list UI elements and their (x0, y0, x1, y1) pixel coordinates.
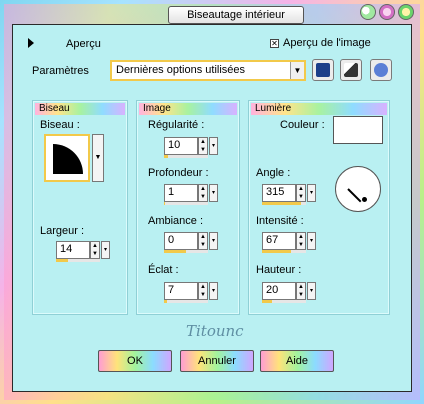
lumiere-panel-title: Lumière (251, 103, 387, 115)
profondeur-level-bar (164, 202, 208, 205)
dial-knob[interactable] (362, 197, 367, 202)
updown-icon[interactable]: ▲ ▼ (198, 184, 208, 202)
params-row: Paramètres Dernières options utilisées ▼ (20, 59, 400, 82)
light-color-swatch[interactable] (333, 116, 383, 144)
updown-icon[interactable]: ▲ ▼ (198, 282, 208, 300)
largeur-stepper[interactable]: 14 ▲ ▼ ▾ (56, 241, 110, 262)
intensite-stepper[interactable]: 67 ▲ ▼ ▾ (262, 232, 316, 253)
star-icon[interactable] (379, 4, 395, 20)
chevron-down-icon[interactable]: ▾ (101, 241, 110, 259)
updown-icon[interactable]: ▲ ▼ (296, 282, 306, 300)
params-selected-value: Dernières options utilisées (116, 64, 246, 76)
params-label: Paramètres (32, 65, 89, 77)
ambiance-level-bar (164, 250, 208, 253)
updown-icon[interactable]: ▲ ▼ (296, 232, 306, 250)
chevron-down-icon[interactable]: ▼ (290, 62, 304, 79)
bevel-shape-picker[interactable] (44, 134, 90, 182)
dial-needle (347, 188, 362, 203)
chevron-down-icon[interactable]: ▾ (307, 282, 316, 300)
eclat-level-bar (164, 300, 208, 303)
eclat-value[interactable]: 7 (164, 282, 198, 300)
eclat-stepper[interactable]: 7 ▲ ▼ ▾ (164, 282, 218, 303)
ambiance-stepper[interactable]: 0 ▲ ▼ ▾ (164, 232, 218, 253)
updown-icon[interactable]: ▲ ▼ (296, 184, 306, 202)
updown-icon[interactable]: ▲ ▼ (90, 241, 100, 259)
expand-preview-icon[interactable] (28, 38, 34, 48)
couleur-label: Couleur : (280, 119, 325, 131)
preview-row: Aperçu ✕ Aperçu de l'image (20, 36, 400, 52)
profondeur-value[interactable]: 1 (164, 184, 198, 202)
chevron-down-icon[interactable]: ▾ (209, 282, 218, 300)
chevron-down-icon[interactable]: ▾ (209, 137, 218, 155)
chevron-down-icon[interactable]: ▾ (209, 184, 218, 202)
intensite-value[interactable]: 67 (262, 232, 296, 250)
bevel-shape-icon (53, 144, 83, 174)
angle-value[interactable]: 315 (262, 184, 296, 202)
watermark-signature: Titounc (186, 322, 244, 340)
updown-icon[interactable]: ▲ ▼ (198, 232, 208, 250)
biseau-shape-label: Biseau : (40, 119, 80, 131)
preset-icon (344, 63, 358, 77)
profondeur-stepper[interactable]: 1 ▲ ▼ ▾ (164, 184, 218, 205)
largeur-level-bar (56, 259, 100, 262)
regularite-value[interactable]: 10 (164, 137, 198, 155)
ok-button[interactable]: OK (98, 350, 172, 372)
cancel-button[interactable]: Annuler (180, 350, 254, 372)
chevron-down-icon[interactable]: ▾ (209, 232, 218, 250)
preview-image-checkbox[interactable]: ✕ Aperçu de l'image (270, 37, 371, 49)
angle-stepper[interactable]: 315 ▲ ▼ ▾ (262, 184, 316, 205)
ambiance-label: Ambiance : (148, 215, 204, 227)
ambiance-value[interactable]: 0 (164, 232, 198, 250)
chevron-down-icon[interactable]: ▼ (92, 134, 104, 182)
regularite-level-bar (164, 155, 208, 158)
angle-dial[interactable] (335, 166, 381, 212)
preset-button[interactable] (340, 59, 362, 81)
help-button[interactable]: Aide (260, 350, 334, 372)
profondeur-label: Profondeur : (148, 167, 209, 179)
angle-level-bar (262, 202, 306, 205)
largeur-value[interactable]: 14 (56, 241, 90, 259)
reset-button[interactable] (370, 59, 392, 81)
image-panel-title: Image (139, 103, 237, 115)
window-title: Biseautage intérieur (168, 6, 304, 24)
biseau-panel-title: Biseau (35, 103, 125, 115)
chevron-down-icon[interactable]: ▾ (307, 232, 316, 250)
updown-icon[interactable]: ▲ ▼ (198, 137, 208, 155)
largeur-label: Largeur : (40, 225, 85, 237)
eclat-label: Éclat : (148, 264, 179, 276)
save-button[interactable] (312, 59, 334, 81)
intensite-label: Intensité : (256, 215, 304, 227)
intensite-level-bar (262, 250, 306, 253)
regularite-stepper[interactable]: 10 ▲ ▼ ▾ (164, 137, 218, 158)
save-icon (316, 63, 330, 77)
chevron-down-icon[interactable]: ▾ (307, 184, 316, 202)
hauteur-label: Hauteur : (256, 264, 302, 276)
hauteur-level-bar (262, 300, 306, 303)
hauteur-value[interactable]: 20 (262, 282, 296, 300)
reset-icon (374, 63, 388, 77)
hauteur-stepper[interactable]: 20 ▲ ▼ ▾ (262, 282, 316, 303)
star-icon[interactable] (398, 4, 414, 20)
biseau-panel: Biseau (32, 100, 128, 315)
title-bar-icons (360, 4, 414, 20)
angle-label: Angle : (256, 167, 291, 179)
params-select[interactable]: Dernières options utilisées ▼ (110, 60, 306, 81)
checkbox-mark[interactable]: ✕ (270, 38, 279, 48)
moon-icon[interactable] (360, 4, 376, 20)
preview-label: Aperçu (66, 38, 101, 50)
regularite-label: Régularité : (148, 119, 205, 131)
preview-image-label: Aperçu de l'image (283, 37, 371, 49)
